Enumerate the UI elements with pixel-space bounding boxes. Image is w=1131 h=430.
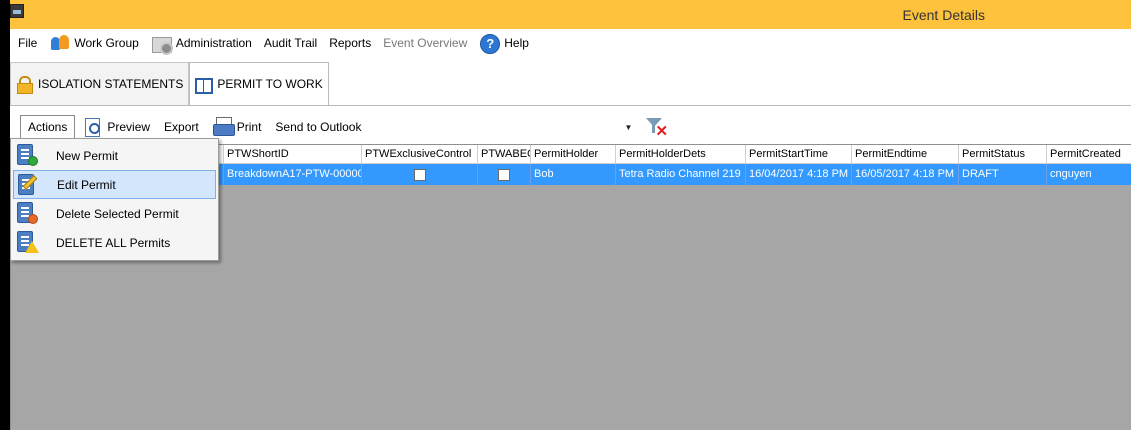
menu-help-label: Help (504, 36, 529, 50)
col-header-permit-holder[interactable]: PermitHolder (531, 145, 616, 164)
actions-button-label: Actions (28, 120, 68, 134)
send-to-outlook-button[interactable]: Send to Outlook (269, 115, 367, 139)
col-header-exclusive-control[interactable]: PTWExclusiveControl (362, 145, 478, 164)
menu-item-new-permit[interactable]: New Permit (13, 141, 216, 170)
tab-permit-to-work-label: PERMIT TO WORK (217, 77, 323, 91)
preview-button[interactable]: Preview (77, 115, 156, 139)
window-title: Event Details (902, 7, 985, 23)
tab-isolation-statements[interactable]: ISOLATION STATEMENTS (10, 62, 190, 105)
delete-permit-icon (16, 202, 38, 224)
combo-dropdown-icon[interactable]: ▼ (621, 123, 635, 132)
menu-audit-trail[interactable]: Audit Trail (260, 32, 321, 54)
menu-item-delete-selected-permit[interactable]: Delete Selected Permit (13, 199, 216, 228)
row-cell-permit-holder[interactable]: Bob (531, 164, 616, 185)
menu-administration[interactable]: Administration (147, 32, 256, 55)
export-button-label: Export (164, 120, 199, 134)
window-left-edge (0, 0, 10, 430)
module-tabs: ISOLATION STATEMENTS PERMIT TO WORK (10, 62, 329, 105)
menu-work-group[interactable]: Work Group (45, 32, 142, 54)
row-cell-status[interactable]: DRAFT (959, 164, 1047, 185)
row-cell-exclusive-control[interactable] (362, 164, 478, 185)
work-group-icon (49, 33, 71, 53)
menu-reports-label: Reports (329, 36, 372, 50)
app-icon[interactable] (10, 4, 24, 18)
actions-dropdown-menu: New Permit Edit Permit Delete Selected P… (10, 138, 219, 261)
printer-icon (212, 117, 235, 137)
preview-icon (83, 117, 103, 137)
lock-icon (16, 76, 33, 94)
row-cell-created[interactable]: cnguyen (1047, 164, 1131, 185)
export-button[interactable]: Export (158, 115, 205, 139)
menu-item-delete-selected-label: Delete Selected Permit (56, 206, 179, 221)
menu-event-overview[interactable]: Event Overview (379, 32, 471, 54)
menu-bar: File Work Group Administration Audit Tra… (10, 30, 1131, 56)
col-header-created[interactable]: PermitCreated (1047, 145, 1131, 164)
clear-filter-button[interactable]: ✕ (643, 115, 669, 140)
menu-item-new-permit-label: New Permit (56, 148, 119, 163)
menu-work-group-label: Work Group (74, 36, 139, 50)
menu-reports[interactable]: Reports (325, 32, 375, 54)
search-combo-input[interactable] (373, 116, 624, 138)
toolbar: Actions Preview Export Print Send to Out… (10, 114, 1131, 140)
row-cell-ptw-short-id[interactable]: BreakdownA17-PTW-000007 (224, 164, 362, 185)
menu-event-overview-label: Event Overview (383, 36, 468, 50)
col-header-ptw-short-id[interactable]: PTWShortID (224, 145, 362, 164)
col-header-abec[interactable]: PTWABEC (478, 145, 531, 164)
row-cell-start-time[interactable]: 16/04/2017 4:18 PM (746, 164, 852, 185)
tab-isolation-statements-label: ISOLATION STATEMENTS (38, 77, 184, 91)
menu-administration-label: Administration (175, 36, 252, 50)
menu-item-delete-all-permits[interactable]: DELETE ALL Permits (13, 228, 216, 257)
menu-file-label: File (18, 36, 38, 50)
tab-divider (10, 105, 1131, 106)
col-header-end-time[interactable]: PermitEndtime (852, 145, 959, 164)
edit-permit-icon (17, 174, 39, 196)
abec-checkbox[interactable] (498, 168, 510, 181)
row-cell-end-time[interactable]: 16/05/2017 4:18 PM (852, 164, 959, 185)
menu-item-edit-permit[interactable]: Edit Permit (13, 170, 216, 199)
title-bar: Event Details (10, 0, 1131, 29)
new-permit-icon (16, 144, 38, 166)
actions-button[interactable]: Actions (20, 115, 76, 139)
print-button-label: Print (236, 120, 262, 134)
col-header-permit-holder-dets[interactable]: PermitHolderDets (616, 145, 746, 164)
menu-item-delete-all-label: DELETE ALL Permits (56, 235, 171, 250)
tab-permit-to-work[interactable]: PERMIT TO WORK (189, 62, 329, 105)
help-icon (479, 33, 501, 54)
row-cell-abec[interactable] (478, 164, 531, 185)
menu-item-edit-permit-label: Edit Permit (57, 177, 116, 192)
exclusive-control-checkbox[interactable] (413, 168, 426, 181)
row-cell-permit-holder-dets[interactable]: Tetra Radio Channel 219 (616, 164, 746, 185)
send-to-outlook-label: Send to Outlook (275, 120, 362, 134)
delete-all-icon (16, 231, 39, 253)
menu-file[interactable]: File (14, 32, 41, 54)
print-button[interactable]: Print (207, 115, 268, 139)
administration-icon (151, 33, 173, 55)
col-header-status[interactable]: PermitStatus (959, 145, 1047, 164)
preview-button-label: Preview (107, 120, 151, 134)
col-header-start-time[interactable]: PermitStartTime (746, 145, 852, 164)
book-icon (195, 76, 214, 94)
clear-filter-icon: ✕ (655, 123, 669, 140)
menu-help[interactable]: Help (475, 32, 533, 54)
menu-audit-trail-label: Audit Trail (263, 36, 318, 50)
